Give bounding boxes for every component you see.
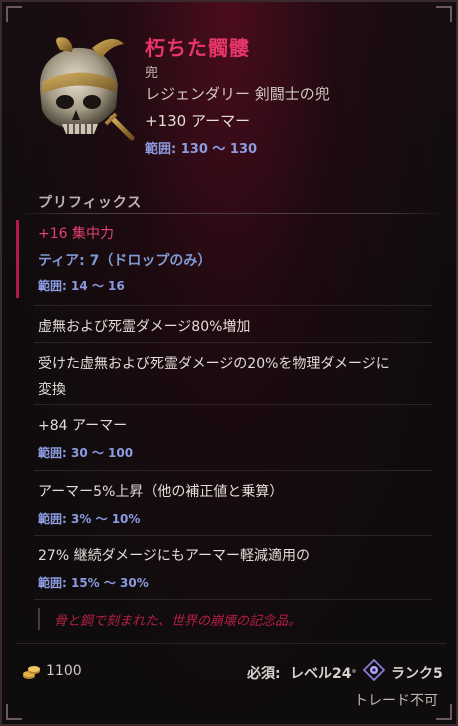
sell-value: 1100 [46,663,82,679]
frame-corner [436,704,452,720]
implicit-value: +16 集中力 [38,226,114,242]
affix-divider [34,535,432,536]
affix-divider [34,342,432,343]
gold-coins-icon [23,666,40,679]
item-rank: ランク5 [391,666,443,682]
item-tooltip: 朽ちた髑髏 兜 レジェンダリー 剣闘士の兜 +130 アーマー 範囲: 130 … [0,0,458,726]
rank-eye-icon [363,659,385,681]
affix-divider [34,470,432,471]
footer-divider [16,643,446,644]
affix-range: 範囲: 3% 〜 10% [38,512,141,526]
affix-divider [34,305,432,306]
item-armor: +130 アーマー [145,112,251,130]
frame-corner [6,6,22,22]
affix-line: 変換 [38,382,66,398]
implicit-tier: ティア: 7（ドロップのみ） [38,253,212,269]
prefix-heading: プリフィックス [38,195,143,211]
implicit-marker [16,220,19,298]
flavor-marker [38,608,40,630]
item-slot: 兜 [145,66,159,81]
affix-range: 範囲: 30 〜 100 [38,446,134,460]
affix-line: 27% 継続ダメージにもアーマー軽減適用の [38,548,311,564]
frame-corner [436,6,452,22]
item-name: 朽ちた髑髏 [145,36,250,60]
implicit-range: 範囲: 14 〜 16 [38,279,125,293]
affix-line: 虚無および死霊ダメージ80%増加 [38,319,251,335]
item-rarity-type: レジェンダリー 剣闘士の兜 [145,85,330,103]
trade-status: トレード不可 [354,693,438,709]
section-divider [16,213,446,214]
separator-dot [352,669,356,673]
affix-divider [34,404,432,405]
flavor-text: 骨と鋼で刻まれた、世界の崩壊の記念品。 [54,614,302,629]
affix-line: +84 アーマー [38,418,128,434]
affix-line: アーマー5%上昇（他の補正値と乗算） [38,484,284,500]
affix-range: 範囲: 15% 〜 30% [38,576,149,590]
frame-corner [6,704,22,720]
requirement-label: 必須: [247,666,281,682]
armor-range: 範囲: 130 〜 130 [145,142,258,157]
affix-divider [34,599,432,600]
requirement-level: レベル24 [290,666,352,682]
skull-helmet-icon [39,37,135,141]
affix-line: 受けた虚無および死霊ダメージの20%を物理ダメージに [38,356,390,372]
